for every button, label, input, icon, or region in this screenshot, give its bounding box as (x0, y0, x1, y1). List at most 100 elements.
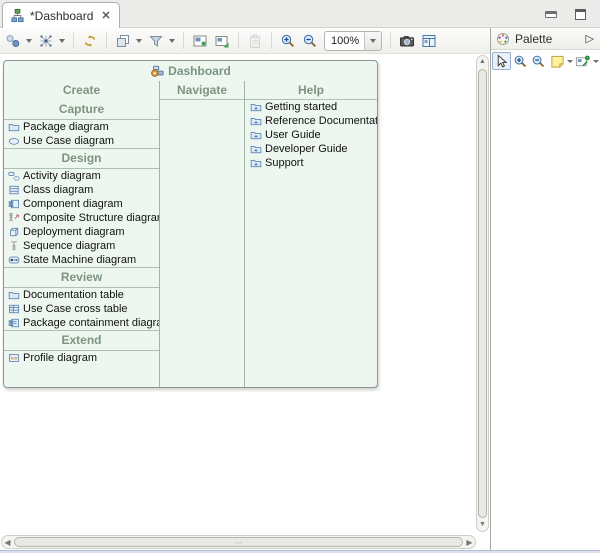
cursor-icon (494, 54, 509, 69)
snapshot-button[interactable] (397, 31, 417, 51)
help-folder-icon (250, 157, 262, 169)
item-label: Support (265, 157, 304, 169)
item-package-containment-diagram[interactable]: Package containment diagram (4, 316, 159, 330)
column-create: Create Capture Package diagram Use Case … (4, 81, 159, 388)
dashboard-title-icon (150, 64, 164, 78)
zoom-in-icon (513, 54, 528, 69)
vertical-scrollbar[interactable]: ▲ ▼ (476, 55, 489, 532)
zoom-in-button[interactable] (278, 31, 298, 51)
overview-button[interactable] (419, 31, 439, 51)
class-diagram-icon (8, 184, 20, 196)
dropdown-arrow-icon[interactable] (167, 32, 176, 50)
palette-panel: Palette ▷ (490, 28, 600, 553)
palette-image-tool[interactable] (573, 52, 592, 70)
zoom-combo-arrow-icon[interactable] (364, 32, 381, 50)
item-component-diagram[interactable]: Component diagram (4, 197, 159, 211)
zoom-out-button[interactable] (300, 31, 320, 51)
horizontal-scrollbar[interactable]: ◀ ∙∙∙ ▶ (1, 535, 476, 549)
item-support[interactable]: Support (245, 156, 377, 170)
item-class-diagram[interactable]: Class diagram (4, 183, 159, 197)
palette-icon (496, 32, 510, 46)
toolbar-separator (390, 32, 391, 49)
minimize-icon (545, 11, 557, 18)
dashboard-title: Dashboard (168, 64, 231, 78)
item-deployment-diagram[interactable]: Deployment diagram (4, 225, 159, 239)
item-getting-started[interactable]: Getting started (245, 100, 377, 114)
item-label: Profile diagram (23, 352, 97, 364)
tab-close-icon[interactable]: ✕ (101, 9, 110, 22)
copy-appearance-button[interactable] (113, 31, 133, 51)
dropdown-arrow-icon[interactable] (24, 32, 33, 50)
item-activity-diagram[interactable]: Activity diagram (4, 169, 159, 183)
palette-header[interactable]: Palette ▷ (491, 28, 600, 50)
add-image-button[interactable] (212, 31, 232, 51)
scroll-up-arrow-icon[interactable]: ▲ (477, 56, 488, 68)
column-header-create: Create (4, 81, 159, 100)
item-state-machine-diagram[interactable]: State Machine diagram (4, 253, 159, 267)
palette-note-tool[interactable] (548, 52, 567, 70)
paste-button (245, 31, 265, 51)
item-label: Documentation table (23, 289, 124, 301)
item-developer-guide[interactable]: Developer Guide (245, 142, 377, 156)
diagram-toolbar: 100% (0, 28, 490, 54)
package-diagram-icon (8, 121, 20, 133)
item-label: Composite Structure diagram (23, 212, 159, 224)
filters-button[interactable] (146, 31, 166, 51)
help-folder-icon (250, 129, 262, 141)
filter-icon (148, 33, 164, 49)
dropdown-arrow-icon[interactable] (134, 32, 143, 50)
minimize-view-button[interactable] (543, 7, 559, 21)
palette-zoom-out-tool[interactable] (529, 52, 548, 70)
note-icon (550, 54, 565, 69)
item-label: Reference Documentation (265, 115, 377, 127)
item-label: Activity diagram (23, 170, 101, 182)
scroll-left-arrow-icon[interactable]: ◀ (2, 536, 13, 548)
palette-select-tool[interactable] (492, 52, 511, 70)
horizontal-scrollbar-thumb[interactable]: ∙∙∙ (14, 537, 463, 547)
dropdown-arrow-icon[interactable] (592, 60, 599, 63)
item-label: Getting started (265, 101, 337, 113)
item-documentation-table[interactable]: Documentation table (4, 288, 159, 302)
item-sequence-diagram[interactable]: Sequence diagram (4, 239, 159, 253)
toolbar-separator (238, 32, 239, 49)
section-header-review: Review (4, 268, 159, 287)
palette-collapse-icon[interactable]: ▷ (586, 32, 594, 45)
view-window-controls (543, 7, 588, 21)
export-image-button[interactable] (190, 31, 210, 51)
synchronize-button[interactable] (80, 31, 100, 51)
item-package-diagram[interactable]: Package diagram (4, 120, 159, 134)
help-folder-icon (250, 101, 262, 113)
scroll-right-arrow-icon[interactable]: ▶ (464, 536, 475, 548)
item-label: Class diagram (23, 184, 93, 196)
routing-button[interactable] (36, 31, 56, 51)
vertical-scrollbar-thumb[interactable] (478, 69, 487, 518)
item-label: Component diagram (23, 198, 123, 210)
dropdown-arrow-icon[interactable] (567, 60, 574, 63)
diagram-canvas[interactable]: Dashboard Create Capture Package diagram… (0, 54, 490, 553)
zoom-level-value: 100% (325, 35, 364, 47)
add-image-icon (214, 33, 230, 49)
item-use-case-cross-table[interactable]: Use Case cross table (4, 302, 159, 316)
palette-zoom-in-tool[interactable] (511, 52, 530, 70)
deployment-diagram-icon (8, 226, 20, 238)
item-label: Deployment diagram (23, 226, 125, 238)
tab-dashboard[interactable]: *Dashboard ✕ (2, 2, 120, 28)
dropdown-arrow-icon[interactable] (57, 32, 66, 50)
zoom-level-combo[interactable]: 100% (324, 31, 382, 51)
palette-body[interactable] (491, 71, 600, 553)
item-composite-structure-diagram[interactable]: Composite Structure diagram (4, 211, 159, 225)
help-folder-icon (250, 143, 262, 155)
zoom-out-icon (531, 54, 546, 69)
item-user-guide[interactable]: User Guide (245, 128, 377, 142)
item-profile-diagram[interactable]: «»Profile diagram (4, 351, 159, 365)
editor-tab-bar: *Dashboard ✕ (0, 0, 600, 28)
maximize-view-button[interactable] (572, 7, 588, 21)
export-image-icon (192, 33, 208, 49)
item-label: Package containment diagram (23, 317, 159, 329)
item-use-case-diagram[interactable]: Use Case diagram (4, 134, 159, 148)
dashboard-panel: Dashboard Create Capture Package diagram… (3, 60, 378, 388)
scroll-down-arrow-icon[interactable]: ▼ (477, 519, 488, 531)
select-shapes-button[interactable] (3, 31, 23, 51)
item-reference-documentation[interactable]: Reference Documentation (245, 114, 377, 128)
item-label: State Machine diagram (23, 254, 136, 266)
